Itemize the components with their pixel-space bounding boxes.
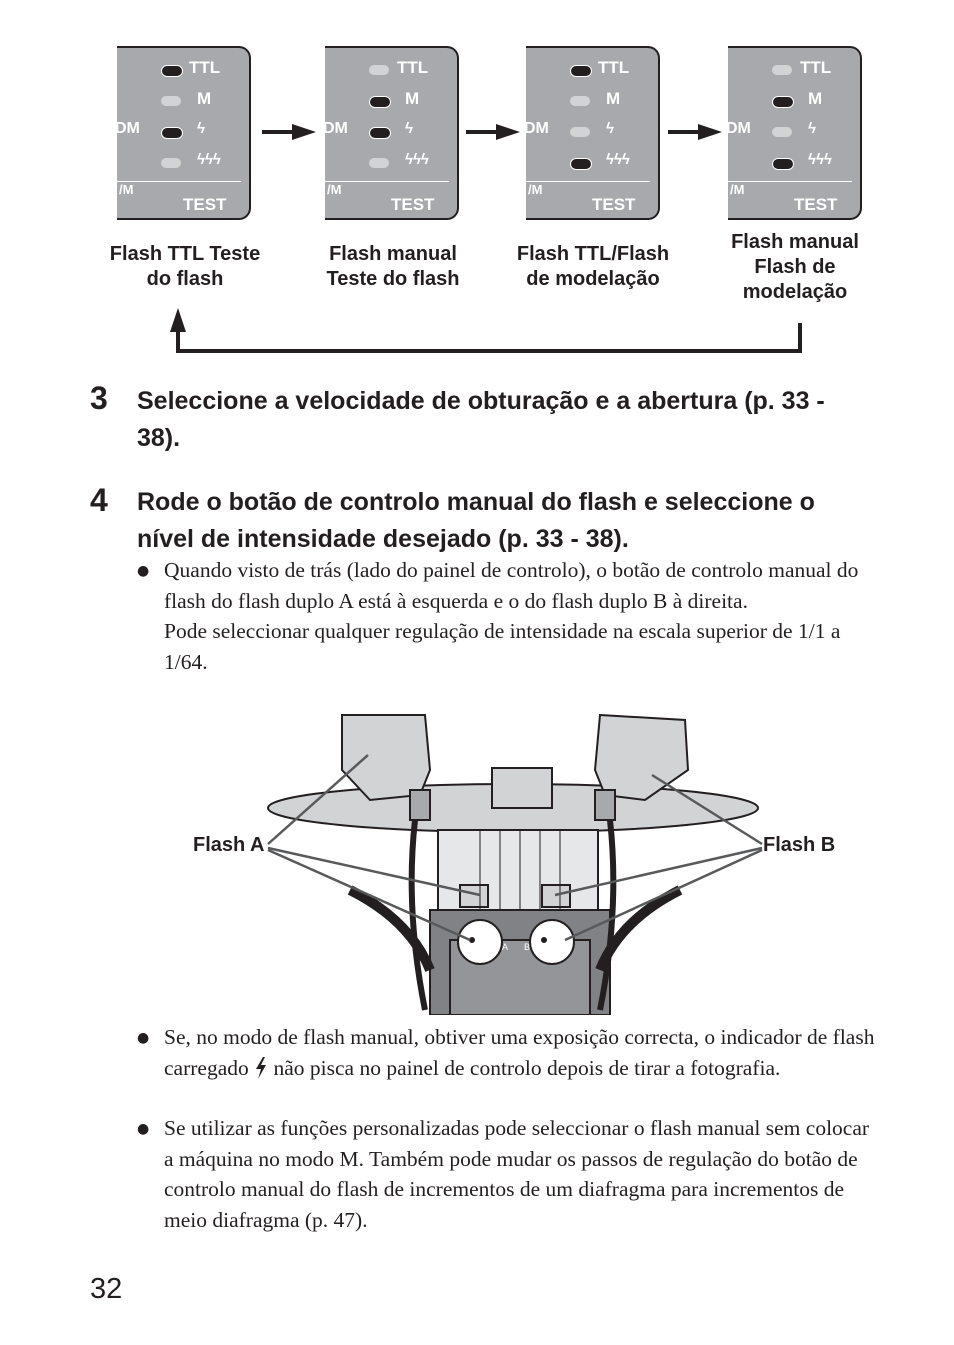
bullet-text: Se utilizar as funções personalizadas po… xyxy=(164,1116,870,1232)
page-number: 32 xyxy=(90,1273,123,1305)
step-heading: Rode o botão de controlo manual do flash… xyxy=(137,488,815,553)
manual-page: TTL Mϟ ϟϟϟ DM/M TEST Flash TTL Teste do flash T… xyxy=(0,0,954,1345)
step-number: 4 xyxy=(90,482,108,518)
step-number: 3 xyxy=(90,380,108,416)
bullet-icon: ● xyxy=(137,1030,150,1046)
paragraph: Quando visto de trás (lado do painel de … xyxy=(164,558,859,613)
text-segment: não pisca no painel de controlo depois d… xyxy=(273,1055,781,1080)
flash-b-label: Flash B xyxy=(763,834,836,856)
flash-a-label: Flash A xyxy=(193,834,265,856)
bullet-icon: ● xyxy=(137,1121,150,1137)
dial-b-label: B xyxy=(524,942,530,952)
paragraph: Pode seleccionar qualquer regulação de i… xyxy=(164,619,841,674)
flash-unit-illustration: A B xyxy=(267,713,763,1015)
bullet-icon: ● xyxy=(137,563,150,579)
flash-ready-icon xyxy=(256,1056,267,1079)
bullet-text: Se, no modo de flash manual, obtiver uma… xyxy=(164,1022,879,1083)
dial-a-label: A xyxy=(502,942,508,952)
cycle-return-arrow xyxy=(170,308,802,353)
bullet-text: Quando visto de trás (lado do painel de … xyxy=(164,555,879,677)
step-heading: Seleccione a velocidade de obturação e a… xyxy=(137,387,825,452)
